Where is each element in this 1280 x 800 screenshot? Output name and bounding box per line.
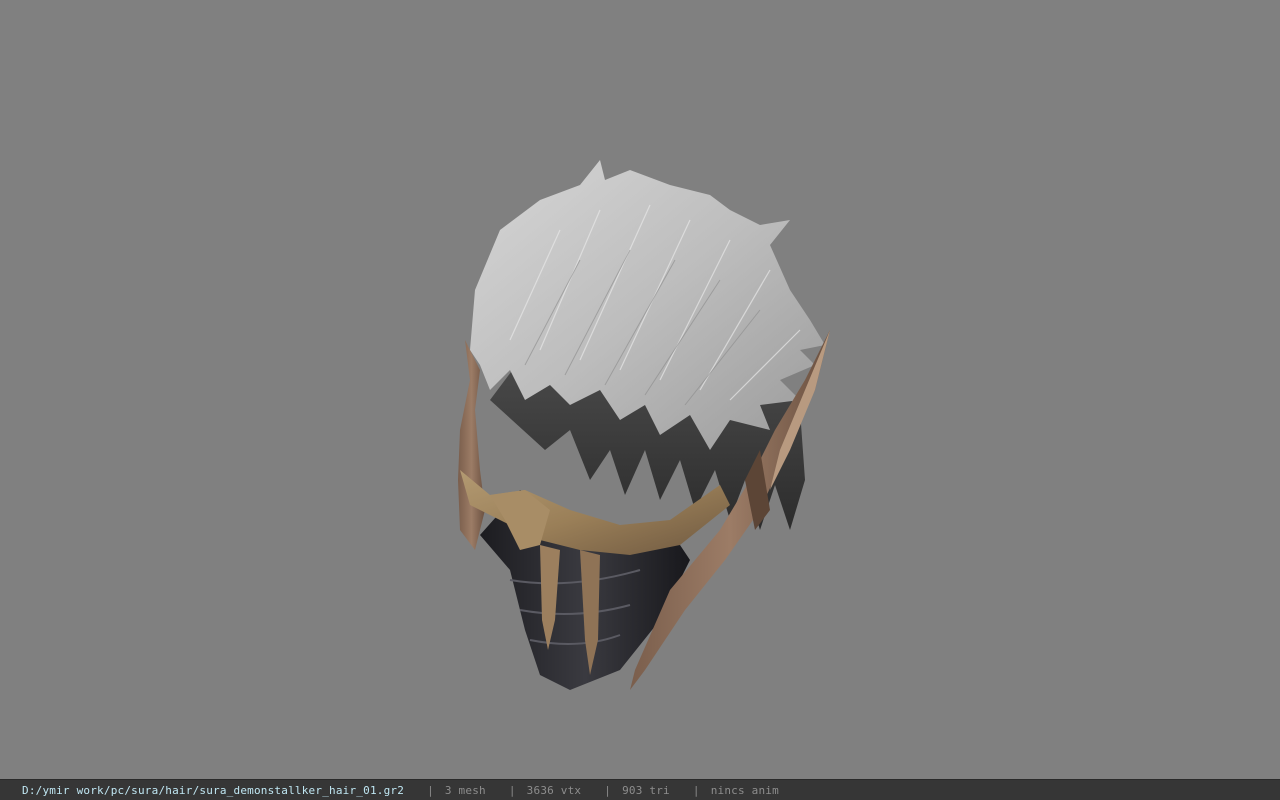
hair-mask-model-icon <box>458 160 830 690</box>
vertex-count: 3636 vtx <box>526 783 582 797</box>
3d-viewport[interactable] <box>0 0 1280 779</box>
mesh-count: 3 mesh <box>444 783 486 797</box>
separator: | <box>604 783 612 797</box>
file-path: D:/ymir work/pc/sura/hair/sura_demonstal… <box>22 783 405 797</box>
separator: | <box>427 783 434 797</box>
separator: | <box>692 783 700 797</box>
triangle-count: 903 tri <box>622 783 670 797</box>
status-bar: D:/ymir work/pc/sura/hair/sura_demonstal… <box>0 779 1280 800</box>
animation-status: nincs anim <box>710 783 779 797</box>
separator: | <box>508 783 516 797</box>
